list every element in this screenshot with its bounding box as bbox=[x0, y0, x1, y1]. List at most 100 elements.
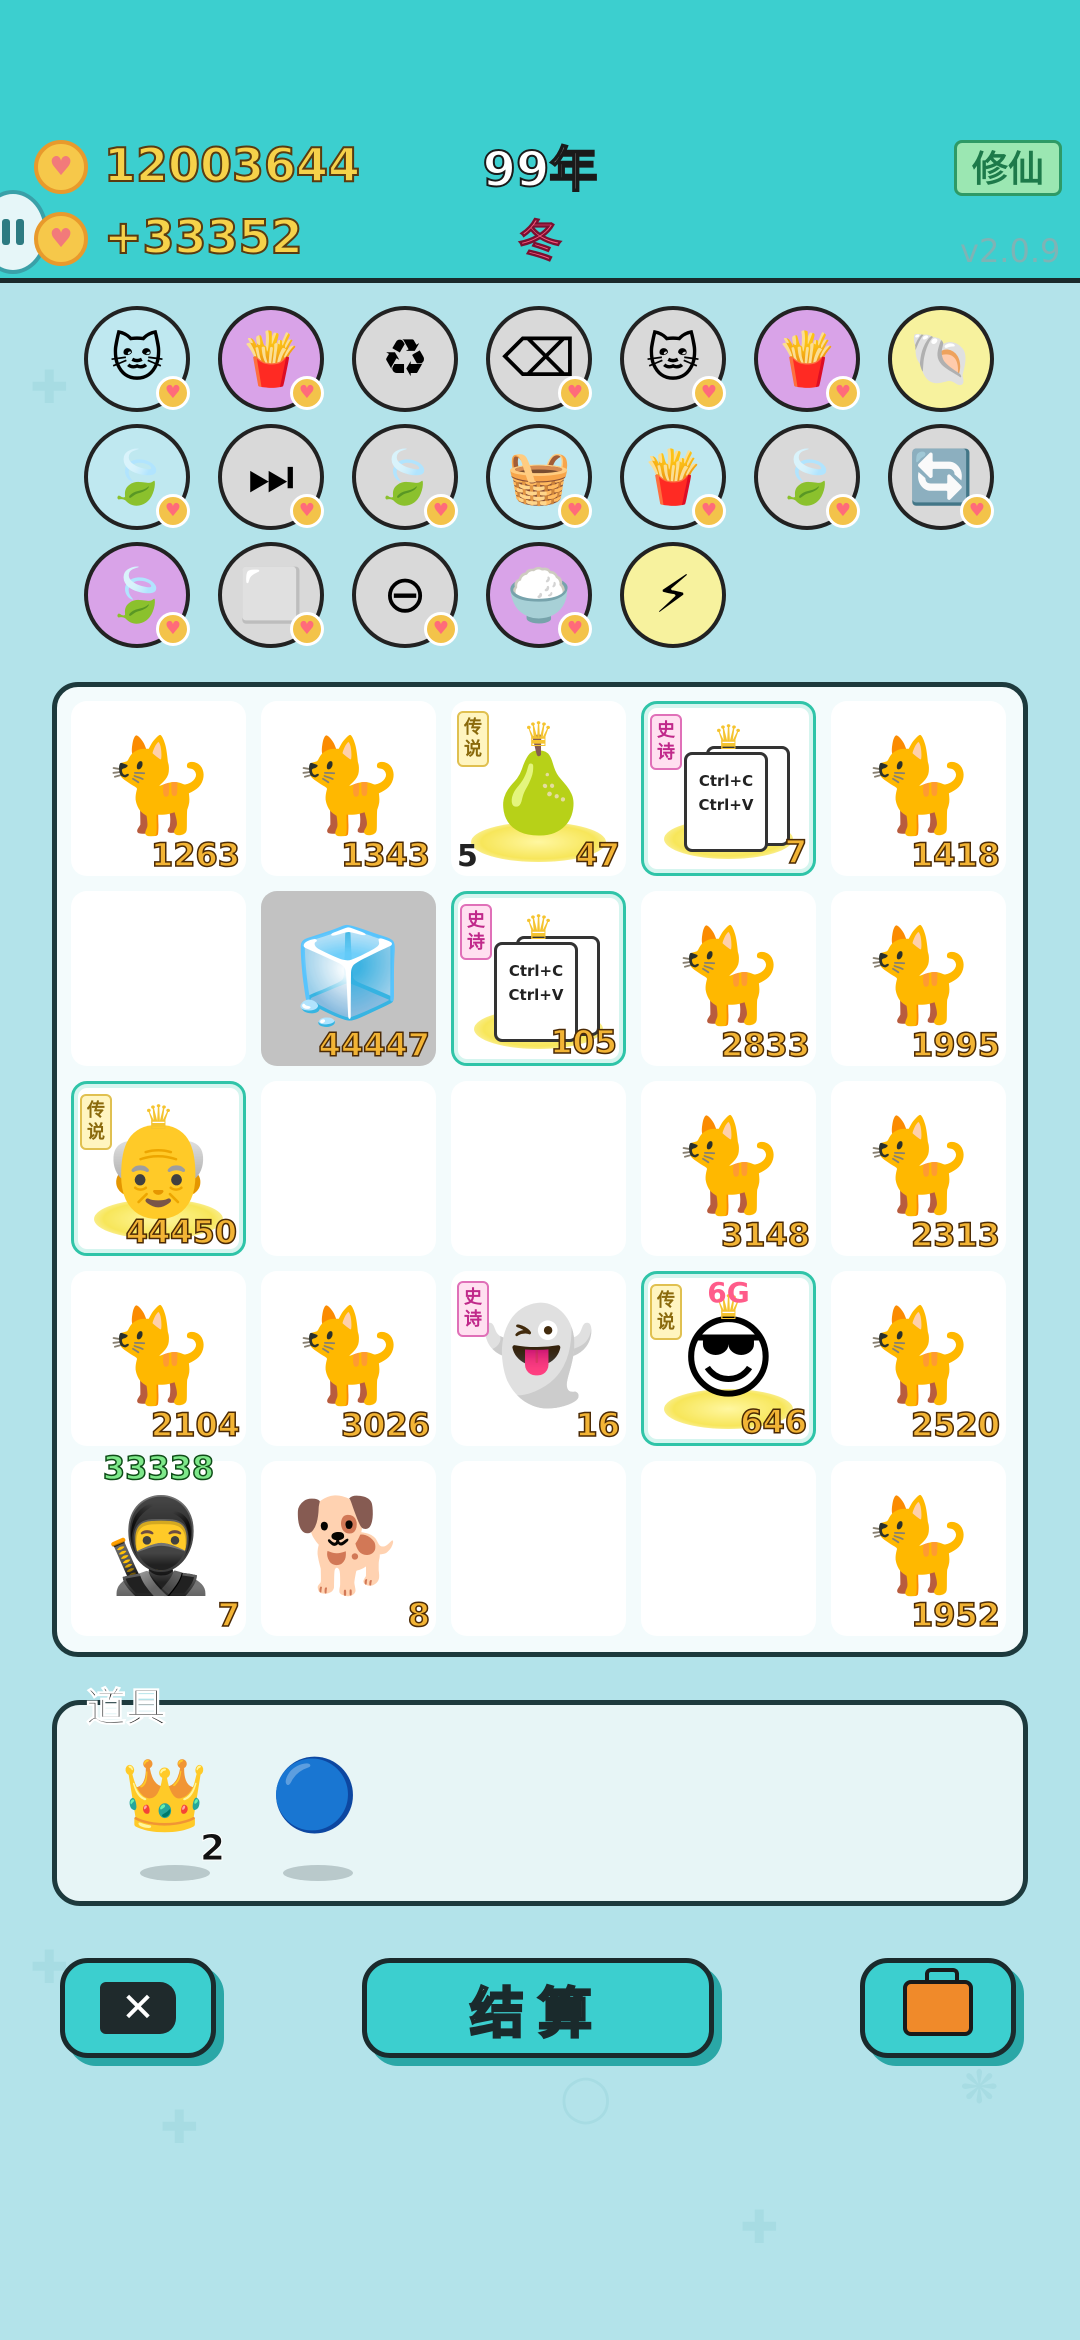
tile-value: 3148 bbox=[720, 1215, 811, 1255]
cat-icon: 🐈 bbox=[671, 922, 786, 1029]
cat-tile[interactable]: 🐈 2313 bbox=[831, 1081, 1006, 1256]
relic-13[interactable]: 🔄 ♥ bbox=[888, 424, 994, 530]
remove-button[interactable]: ✕ bbox=[60, 1958, 216, 2058]
tile-value: 1263 bbox=[150, 835, 241, 875]
cat-tile[interactable]: 🐈 3148 bbox=[641, 1081, 816, 1256]
top-header: ♥ 12003644 ♥ +33352 99年 冬 修仙 v2.0.9 bbox=[0, 0, 1080, 283]
relic-11[interactable]: 🍟 ♥ bbox=[620, 424, 726, 530]
pear-tile[interactable]: 🍐 ♛ 传说 5 47 bbox=[451, 701, 626, 876]
ctrl-card: Ctrl+C Ctrl+V bbox=[684, 752, 768, 852]
settle-button[interactable]: 结算 bbox=[362, 1958, 714, 2058]
cat-tile[interactable]: 🐈 1995 bbox=[831, 891, 1006, 1066]
settle-label: 结算 bbox=[469, 1980, 606, 2046]
heart-badge-icon: ♥ bbox=[558, 376, 592, 410]
boss-tile[interactable]: 😎 ♛ 6G 传说 646 bbox=[641, 1271, 816, 1446]
items-title: 道具 bbox=[86, 1685, 167, 1732]
cat-tile[interactable]: 🐈 1343 bbox=[261, 701, 436, 876]
cat-icon: 🐈 bbox=[861, 1112, 976, 1219]
relic-17[interactable]: 🍚 ♥ bbox=[486, 542, 592, 648]
relic-icon: 🐚 bbox=[908, 329, 974, 390]
cat-icon: 🐈 bbox=[861, 1302, 976, 1409]
tile-value: 47 bbox=[575, 835, 621, 875]
empty-slot[interactable] bbox=[71, 891, 246, 1066]
cat-tile[interactable]: 🐈 1263 bbox=[71, 701, 246, 876]
relic-14[interactable]: 🍃 ♥ bbox=[84, 542, 190, 648]
heart-badge-icon: ♥ bbox=[156, 494, 190, 528]
relic-4[interactable]: 🐱 ♥ bbox=[620, 306, 726, 412]
heart-badge-icon: ♥ bbox=[826, 494, 860, 528]
tile-value: 7 bbox=[217, 1595, 241, 1635]
cat-tile[interactable]: 🐈 2520 bbox=[831, 1271, 1006, 1446]
relic-8[interactable]: ⏭ ♥ bbox=[218, 424, 324, 530]
heart-badge-icon: ♥ bbox=[826, 376, 860, 410]
background-decoration: ◯ bbox=[560, 2070, 612, 2124]
cat-tile[interactable]: 🐈 2104 bbox=[71, 1271, 246, 1446]
blue-orb-item-icon[interactable]: 🔵 bbox=[260, 1740, 370, 1850]
rarity-badge: 传说 bbox=[457, 711, 489, 767]
rarity-badge: 史诗 bbox=[650, 714, 682, 770]
relic-icon: ⚡ bbox=[654, 565, 692, 625]
thief-tile[interactable]: 🥷 33338 7 bbox=[71, 1448, 246, 1636]
cat-tile[interactable]: 🐈 1418 bbox=[831, 701, 1006, 876]
empty-slot[interactable] bbox=[451, 1461, 626, 1636]
dog-tile[interactable]: 🐕 8 bbox=[261, 1461, 436, 1636]
heart-badge-icon: ♥ bbox=[558, 612, 592, 646]
relic-12[interactable]: 🍃 ♥ bbox=[754, 424, 860, 530]
year-label: 99年 bbox=[482, 141, 599, 199]
ctrl-tile[interactable]: Ctrl+C Ctrl+V ♛ 史诗 105 bbox=[451, 891, 626, 1066]
relic-5[interactable]: 🍟 ♥ bbox=[754, 306, 860, 412]
relic-3[interactable]: ⌫ ♥ bbox=[486, 306, 592, 412]
card-text: Ctrl+C bbox=[508, 962, 564, 980]
empty-slot[interactable] bbox=[641, 1461, 816, 1636]
rarity-badge: 传说 bbox=[80, 1094, 112, 1150]
cat-icon: 🐈 bbox=[861, 1492, 976, 1599]
tile-value: 2833 bbox=[720, 1025, 811, 1065]
tile-value: 8 bbox=[407, 1595, 431, 1635]
background-decoration: ✚ bbox=[740, 2200, 779, 2254]
rarity-badge: 史诗 bbox=[457, 1281, 489, 1337]
ctrl-tile[interactable]: Ctrl+C Ctrl+V ♛ 史诗 7 bbox=[641, 701, 816, 876]
background-decoration: ✚ bbox=[160, 2100, 199, 2154]
relic-1[interactable]: 🍟 ♥ bbox=[218, 306, 324, 412]
tile-value: 2520 bbox=[910, 1405, 1001, 1445]
relic-15[interactable]: ⬜ ♥ bbox=[218, 542, 324, 648]
relic-9[interactable]: 🍃 ♥ bbox=[352, 424, 458, 530]
rarity-badge: 史诗 bbox=[460, 904, 492, 960]
relic-16[interactable]: ⊖ ♥ bbox=[352, 542, 458, 648]
heart-badge-icon: ♥ bbox=[424, 612, 458, 646]
cultivate-button[interactable]: 修仙 bbox=[954, 140, 1062, 196]
ghost-tile[interactable]: 👻 史诗 16 bbox=[451, 1271, 626, 1446]
grandpa-tile[interactable]: 👴 ♛ 传说 44450 bbox=[71, 1081, 246, 1256]
cat-icon: 🐈 bbox=[101, 1302, 216, 1409]
cat-icon: 🐈 bbox=[291, 1302, 406, 1409]
relic-icon: ⏭ bbox=[247, 446, 295, 507]
relic-18[interactable]: ⚡ bbox=[620, 542, 726, 648]
tile-value: 44447 bbox=[318, 1025, 431, 1065]
tile-value: 1418 bbox=[910, 835, 1001, 875]
tile-value: 3026 bbox=[340, 1405, 431, 1445]
coin-total: 12003644 bbox=[103, 137, 361, 193]
counter-value: 5 bbox=[457, 839, 478, 874]
relic-2[interactable]: ♻ bbox=[352, 306, 458, 412]
thief-icon: 🥷 bbox=[101, 1492, 216, 1599]
background-decoration: ✚ bbox=[30, 360, 69, 414]
inventory-button[interactable] bbox=[860, 1958, 1016, 2058]
relic-icon: 🐱 bbox=[109, 329, 165, 389]
heart-badge-icon: ♥ bbox=[692, 494, 726, 528]
relic-icon: ⊖ bbox=[383, 565, 427, 625]
card-text: Ctrl+V bbox=[698, 796, 754, 814]
coin-icon: ♥ bbox=[34, 140, 88, 194]
cat-tile[interactable]: 🐈 2833 bbox=[641, 891, 816, 1066]
empty-slot[interactable] bbox=[261, 1081, 436, 1256]
relic-10[interactable]: 🧺 ♥ bbox=[486, 424, 592, 530]
cat-tile[interactable]: 🐈 1952 bbox=[831, 1461, 1006, 1636]
crown-count: 2 bbox=[199, 1828, 226, 1870]
fridge-tile[interactable]: 🧊 44447 bbox=[261, 891, 436, 1066]
relic-7[interactable]: 🍃 ♥ bbox=[84, 424, 190, 530]
tile-value: 646 bbox=[739, 1402, 807, 1442]
relic-6[interactable]: 🐚 bbox=[888, 306, 994, 412]
relic-0[interactable]: 🐱 ♥ bbox=[84, 306, 190, 412]
heart-badge-icon: ♥ bbox=[290, 376, 324, 410]
empty-slot[interactable] bbox=[451, 1081, 626, 1256]
cat-tile[interactable]: 🐈 3026 bbox=[261, 1271, 436, 1446]
